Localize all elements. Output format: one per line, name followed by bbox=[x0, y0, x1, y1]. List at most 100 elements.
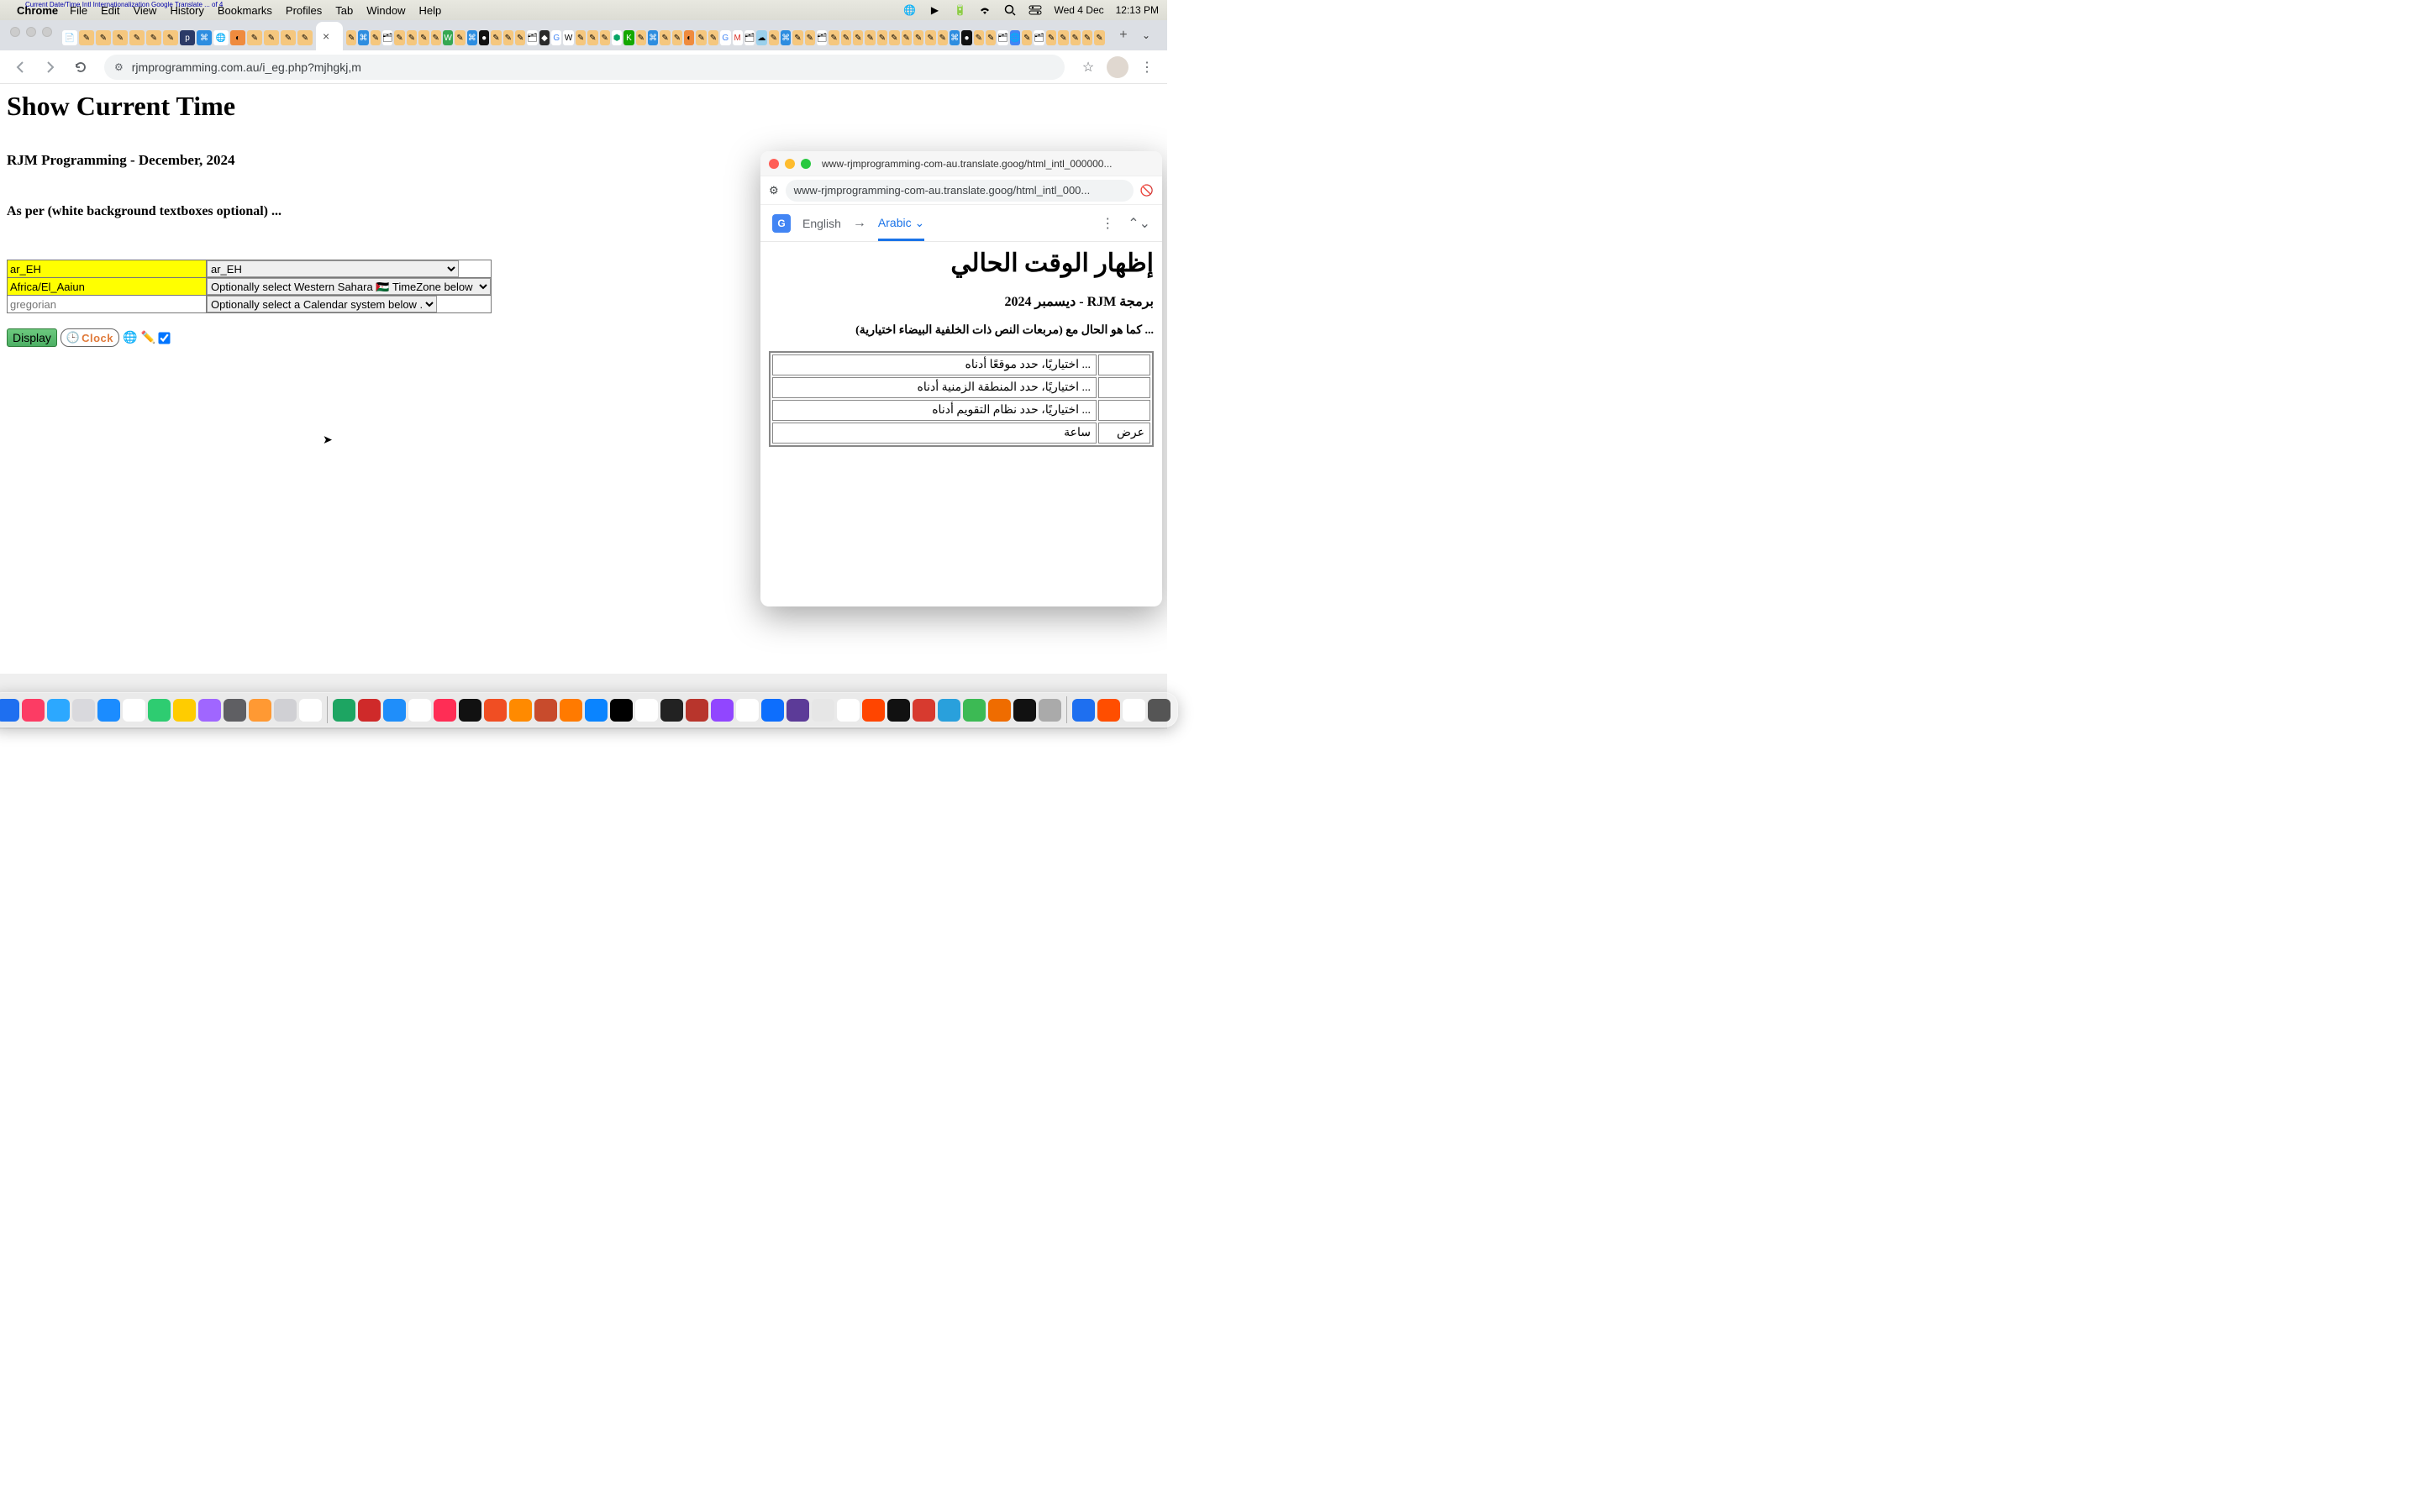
menu-help[interactable]: Help bbox=[419, 4, 442, 17]
dock-app[interactable] bbox=[123, 699, 145, 722]
timezone-select[interactable]: Optionally select Western Sahara 🇪🇭 Time… bbox=[207, 278, 491, 295]
site-settings-icon[interactable]: ⚙ bbox=[114, 61, 124, 73]
dock-app[interactable] bbox=[862, 699, 885, 722]
dock-app[interactable] bbox=[988, 699, 1011, 722]
popup-eye-off-icon[interactable]: 🚫 bbox=[1140, 184, 1154, 197]
dock-app[interactable] bbox=[938, 699, 960, 722]
dock-app[interactable] bbox=[534, 699, 557, 722]
popup-site-settings-icon[interactable]: ⚙ bbox=[769, 184, 779, 197]
dock-app[interactable] bbox=[408, 699, 431, 722]
lang-to[interactable]: Arabic ⌄ bbox=[878, 216, 924, 230]
dock-app[interactable] bbox=[761, 699, 784, 722]
dock-app[interactable] bbox=[736, 699, 759, 722]
menubar-play-icon[interactable]: ▶ bbox=[928, 3, 941, 17]
dock-app[interactable] bbox=[249, 699, 271, 722]
dock-app[interactable] bbox=[509, 699, 532, 722]
dock-app[interactable] bbox=[812, 699, 834, 722]
menu-window[interactable]: Window bbox=[366, 4, 405, 17]
popup-close-icon[interactable] bbox=[769, 159, 779, 169]
close-tab-icon[interactable]: × bbox=[323, 29, 329, 43]
menubar-translate-icon[interactable]: 🌐 bbox=[902, 3, 916, 17]
popup-zoom-icon[interactable] bbox=[801, 159, 811, 169]
macos-menubar: Current Date/Time Intl Internationalizat… bbox=[0, 0, 1167, 20]
dock-app[interactable] bbox=[173, 699, 196, 722]
menubar-control-center-icon[interactable] bbox=[1028, 3, 1042, 17]
dock-app[interactable] bbox=[1039, 699, 1061, 722]
back-button[interactable] bbox=[8, 55, 32, 79]
dock-app[interactable] bbox=[560, 699, 582, 722]
tab-group-left[interactable]: 📄 ✎ ✎ ✎ ✎ ✎ ✎ p ⌘ 🌐 ◐ ✎ ✎ ✎ ✎ bbox=[59, 25, 316, 50]
menubar-battery-icon[interactable]: 🔋 bbox=[953, 3, 966, 17]
dock-app[interactable] bbox=[434, 699, 456, 722]
display-button[interactable]: Display bbox=[7, 328, 57, 347]
option-checkbox[interactable] bbox=[158, 332, 170, 344]
dock-app[interactable] bbox=[383, 699, 406, 722]
tab-overflow-button[interactable]: ⌄ bbox=[1135, 26, 1157, 45]
popup-minimize-icon[interactable] bbox=[785, 159, 795, 169]
dock-app[interactable] bbox=[610, 699, 633, 722]
menubar-time[interactable]: 12:13 PM bbox=[1116, 4, 1159, 16]
menu-profiles[interactable]: Profiles bbox=[286, 4, 322, 17]
menubar-date[interactable]: Wed 4 Dec bbox=[1054, 4, 1103, 16]
clock-button[interactable]: 🕒Clock bbox=[60, 328, 119, 347]
dock-app[interactable] bbox=[887, 699, 910, 722]
dock-app[interactable] bbox=[72, 699, 95, 722]
dock-app[interactable] bbox=[299, 699, 322, 722]
dock-app[interactable] bbox=[660, 699, 683, 722]
dock-app[interactable] bbox=[198, 699, 221, 722]
dock-app[interactable] bbox=[711, 699, 734, 722]
dock-app[interactable] bbox=[786, 699, 809, 722]
popup-options-table: ... اختياريًا، حدد موقعًا أدناه ... اختي… bbox=[769, 351, 1154, 447]
dock-app[interactable] bbox=[148, 699, 171, 722]
dock-app[interactable] bbox=[1148, 699, 1171, 722]
dock-app[interactable] bbox=[484, 699, 507, 722]
new-tab-button[interactable]: + bbox=[1112, 24, 1135, 47]
calendar-input[interactable] bbox=[8, 296, 206, 312]
dock-app[interactable] bbox=[686, 699, 708, 722]
popup-row-display: عرض bbox=[1098, 423, 1150, 444]
macos-dock[interactable] bbox=[0, 692, 1178, 727]
timezone-input[interactable] bbox=[8, 278, 206, 295]
dock-app[interactable] bbox=[837, 699, 860, 722]
calendar-select[interactable]: Optionally select a Calendar system belo… bbox=[207, 296, 437, 312]
popup-titlebar[interactable]: www-rjmprogramming-com-au.translate.goog… bbox=[760, 151, 1162, 176]
dock-app[interactable] bbox=[47, 699, 70, 722]
profile-avatar[interactable] bbox=[1107, 56, 1128, 78]
dock-app[interactable] bbox=[963, 699, 986, 722]
dock-app[interactable] bbox=[913, 699, 935, 722]
forward-button[interactable] bbox=[39, 55, 62, 79]
dock-app[interactable] bbox=[97, 699, 120, 722]
dock-app[interactable] bbox=[333, 699, 355, 722]
menubar-wifi-icon[interactable] bbox=[978, 3, 992, 17]
translate-collapse-icon[interactable]: ⌃⌄ bbox=[1128, 215, 1150, 232]
locale-input[interactable] bbox=[8, 260, 206, 277]
edit-mini-icon[interactable]: ✏️ bbox=[140, 331, 155, 345]
reload-button[interactable] bbox=[69, 55, 92, 79]
dock-app[interactable] bbox=[0, 699, 19, 722]
dock-app[interactable] bbox=[459, 699, 481, 722]
translate-options-icon[interactable]: ⋮ bbox=[1101, 215, 1114, 232]
dock-app[interactable] bbox=[274, 699, 297, 722]
address-bar[interactable]: ⚙ rjmprogramming.com.au/i_eg.php?mjhgkj,… bbox=[104, 55, 1065, 80]
active-tab[interactable]: × bbox=[316, 22, 343, 50]
dock-app[interactable] bbox=[224, 699, 246, 722]
dock-app[interactable] bbox=[1097, 699, 1120, 722]
chrome-menu-icon[interactable]: ⋮ bbox=[1135, 55, 1159, 79]
dock-app[interactable] bbox=[1013, 699, 1036, 722]
popup-address-bar[interactable]: ⚙ www-rjmprogramming-com-au.translate.go… bbox=[760, 176, 1162, 205]
dock-app[interactable] bbox=[1072, 699, 1095, 722]
tab-group-right[interactable]: ✎ ⌘ ✎ 🗂 ✎ ✎ ✎ ✎ W ✎ ⌘ ● ✎ ✎ ✎ 🗂 ◆ G W ✎ … bbox=[343, 25, 1108, 50]
dock-app[interactable] bbox=[635, 699, 658, 722]
translate-mini-icon[interactable]: 🌐 bbox=[123, 331, 137, 345]
locale-select[interactable]: ar_EH bbox=[207, 260, 459, 277]
menu-tab[interactable]: Tab bbox=[335, 4, 353, 17]
lang-from[interactable]: English bbox=[802, 217, 841, 230]
dock-app[interactable] bbox=[585, 699, 608, 722]
bookmark-star-icon[interactable]: ☆ bbox=[1076, 55, 1100, 79]
dock-app[interactable] bbox=[22, 699, 45, 722]
dock-app[interactable] bbox=[1123, 699, 1145, 722]
menubar-search-icon[interactable] bbox=[1003, 3, 1017, 17]
menu-bookmarks[interactable]: Bookmarks bbox=[218, 4, 272, 17]
dock-app[interactable] bbox=[358, 699, 381, 722]
window-traffic-lights[interactable] bbox=[5, 27, 59, 44]
